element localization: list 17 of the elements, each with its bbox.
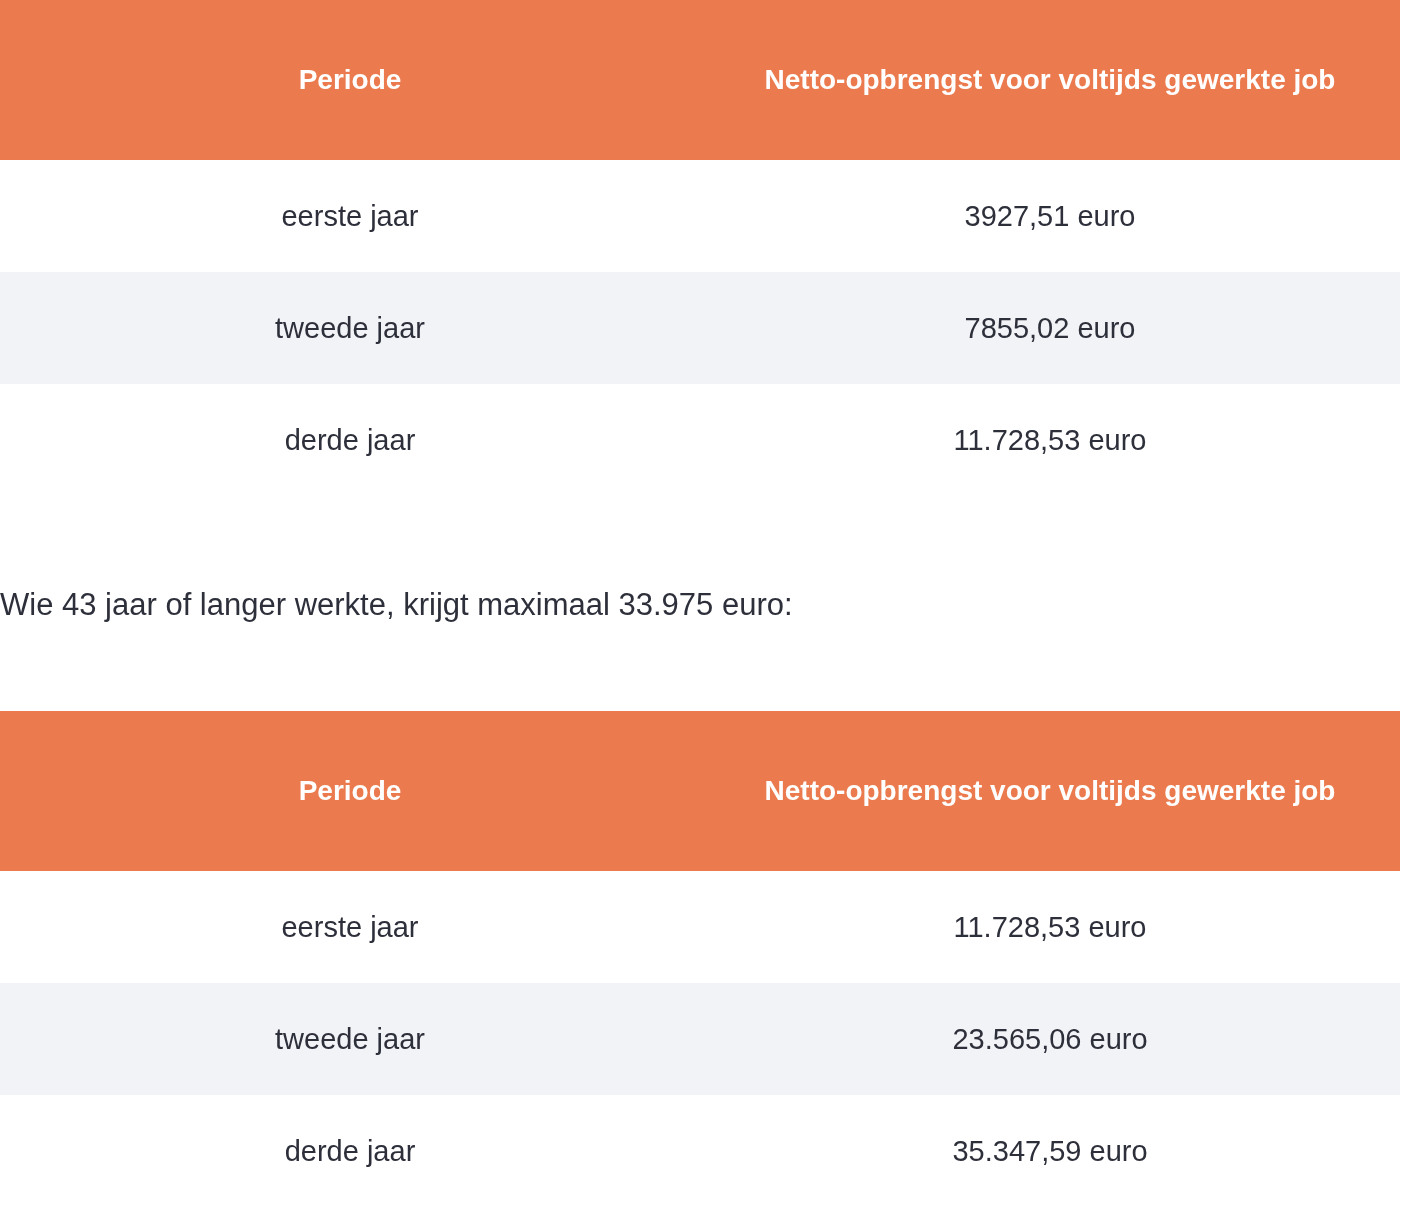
table-cell: 23.565,06 euro — [700, 983, 1400, 1095]
intro-text: Wie 43 jaar of langer werkte, krijgt maximaal 33.975 euro: — [0, 586, 794, 624]
table-cell: 7855,02 euro — [700, 272, 1400, 384]
table-cell: tweede jaar — [0, 272, 700, 384]
table-cell: 35.347,59 euro — [700, 1095, 1400, 1207]
table-cell: eerste jaar — [0, 871, 700, 983]
table-cell: 11.728,53 euro — [700, 384, 1400, 496]
column-header: Periode — [0, 0, 700, 160]
column-header: Netto-opbrengst voor voltijds gewerkte job — [700, 711, 1400, 871]
column-header: Netto-opbrengst voor voltijds gewerkte job — [700, 0, 1400, 160]
table-cell: 11.728,53 euro — [700, 871, 1400, 983]
column-header: Periode — [0, 711, 700, 871]
table-cell: 3927,51 euro — [700, 160, 1400, 272]
table-cell: eerste jaar — [0, 160, 700, 272]
table-cell: derde jaar — [0, 384, 700, 496]
table-cell: derde jaar — [0, 1095, 700, 1207]
table-cell: tweede jaar — [0, 983, 700, 1095]
